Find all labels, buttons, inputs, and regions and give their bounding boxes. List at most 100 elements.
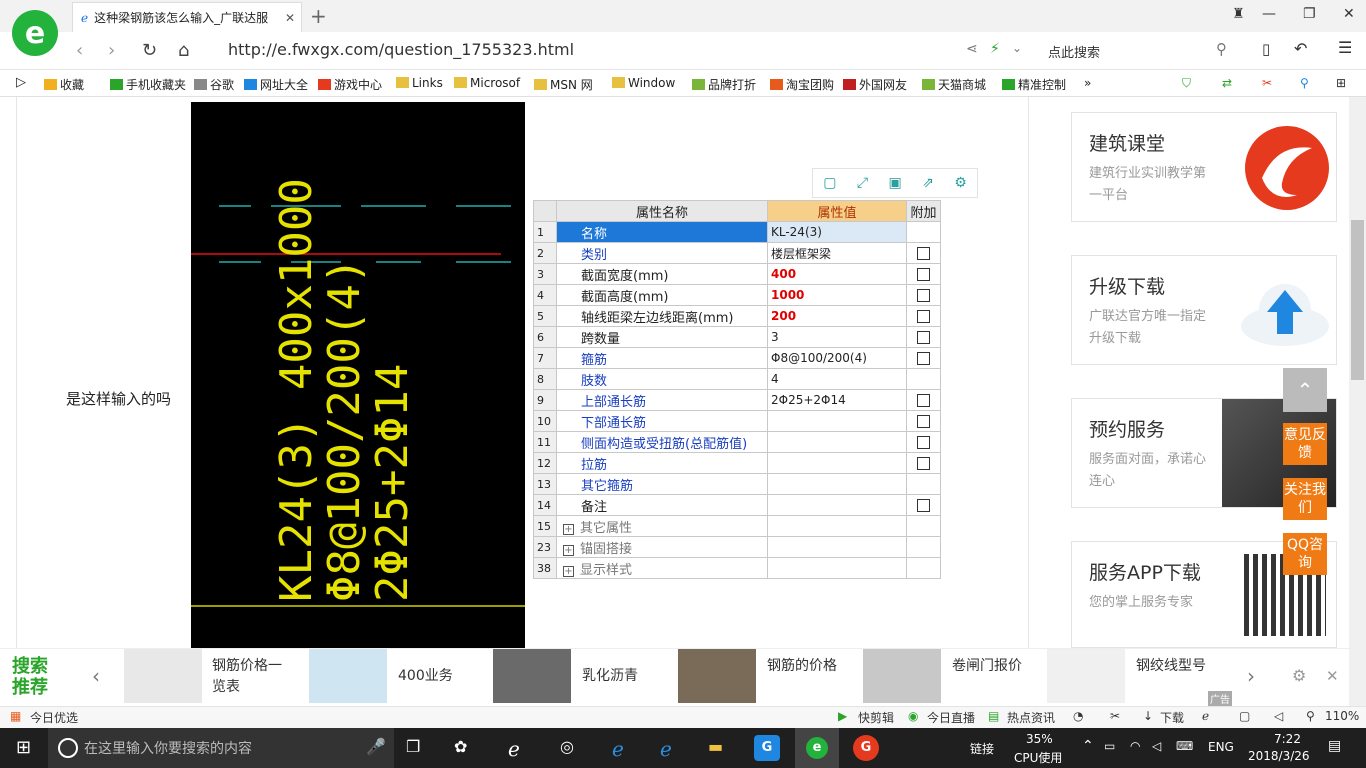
property-name-cell[interactable]: 跨数量 [556,326,768,348]
restore-icon[interactable]: ❐ [1303,6,1316,22]
windows-start-icon[interactable]: ⊞ [16,737,31,758]
bookmarks-more-icon[interactable]: » [1084,76,1091,90]
menu-icon[interactable]: ☰ [1338,38,1352,57]
feedback-button[interactable]: 意见反馈 [1283,423,1327,465]
search-icon[interactable]: ⚲ [1216,40,1227,58]
ie-mode-icon[interactable]: ℯ [1202,709,1209,723]
property-value-cell[interactable] [767,473,907,495]
language-indicator[interactable]: ENG [1208,740,1234,754]
table-row[interactable]: 23 + 锚固搭接 [533,536,941,558]
promo-close-icon[interactable]: ✕ [1326,667,1339,685]
property-value-cell[interactable]: 3 [767,326,907,348]
bookmark-item[interactable]: 网址大全 [244,76,308,93]
taskbar-search[interactable]: 在这里输入你要搜索的内容 [48,728,394,768]
promo-prev-icon[interactable]: ‹ [92,664,100,688]
property-value-cell[interactable] [767,410,907,432]
header-extra[interactable]: 附加 [906,200,941,222]
reload-icon[interactable]: ↻ [142,40,157,61]
close-window-icon[interactable]: ✕ [1343,6,1355,22]
property-value-cell[interactable] [767,431,907,453]
app-e-icon[interactable]: ℯ [508,737,520,761]
share-icon[interactable]: ⋖ [966,41,978,57]
property-value-cell[interactable] [767,452,907,474]
property-name-cell[interactable]: 备注 [556,494,768,516]
promo-image[interactable] [493,649,571,703]
address-bar[interactable]: http://e.fwxgx.com/question_1755323.html [228,40,574,59]
new-tab-button[interactable]: + [310,4,327,28]
app-bell-icon[interactable]: ◎ [560,737,574,756]
extra-checkbox[interactable] [917,435,930,449]
glodon-red-icon[interactable]: G [853,735,879,761]
back-icon[interactable]: ‹ [76,40,83,61]
bookmark-item[interactable]: 游戏中心 [318,76,382,93]
promo-image[interactable] [309,649,387,703]
table-row[interactable]: 14 备注 [533,494,941,516]
extra-checkbox[interactable] [917,414,930,428]
property-name-cell[interactable]: 轴线距梁左边线距离(mm) [556,305,768,327]
extra-checkbox[interactable] [917,246,930,260]
property-name-cell[interactable]: 名称 [556,221,768,243]
tray-battery-icon[interactable]: ▭ [1104,739,1115,753]
find-icon[interactable]: ⚲ [1300,76,1309,90]
status-today-picks[interactable]: 今日优选 [30,709,78,726]
explorer-icon[interactable]: ▬ [708,737,723,756]
table-row[interactable]: 6 跨数量 3 [533,326,941,348]
bookmark-item[interactable]: 天猫商城 [922,76,986,93]
bookmark-item[interactable]: 收藏 [44,76,84,93]
card-building-class[interactable]: 建筑课堂 建筑行业实训教学第一平台 [1071,112,1337,222]
table-row[interactable]: 3 截面宽度(mm) 400 [533,263,941,285]
volume-icon[interactable]: ◁ [1274,709,1283,723]
property-name-cell[interactable]: 拉筋 [556,452,768,474]
save-icon[interactable]: ▣ [888,175,901,191]
promo-image[interactable] [124,649,202,703]
task-view-icon[interactable]: ❐ [406,737,420,756]
extra-checkbox[interactable] [917,456,930,470]
table-row[interactable]: 1 名称 KL-24(3) [533,221,941,243]
back-to-top-icon[interactable]: ⌃ [1283,368,1327,412]
search-input[interactable]: 点此搜索 [1048,42,1100,61]
card-upgrade-download[interactable]: 升级下载 广联达官方唯一指定升级下载 [1071,255,1337,365]
phone-icon[interactable]: ▯ [1262,40,1270,58]
promo-settings-icon[interactable]: ⚙ [1292,666,1306,685]
extra-checkbox[interactable] [917,393,930,407]
bookmark-item[interactable]: 品牌打折 [692,76,756,93]
lightning-icon[interactable]: ⚡ [990,41,1000,57]
table-row[interactable]: 13 其它箍筋 [533,473,941,495]
window-icon[interactable]: ▢ [1239,709,1250,723]
promo-item-label[interactable]: 乳化沥青 [582,666,654,687]
bookmark-item[interactable]: Microsof [454,76,520,90]
expand-icon[interactable]: ⤢ [857,175,868,191]
promo-image[interactable] [863,649,941,703]
property-name-cell[interactable]: 下部通长筋 [556,410,768,432]
property-name-cell[interactable]: 类别 [556,242,768,264]
property-name-cell[interactable]: 肢数 [556,368,768,390]
status-item-3[interactable]: 下载 [1160,709,1184,726]
sidebar-toggle-icon[interactable]: ▷ [16,75,26,90]
qq-consult-button[interactable]: QQ咨询 [1283,533,1327,575]
property-name-cell[interactable]: 上部通长筋 [556,389,768,411]
table-row[interactable]: 7 箍筋 Φ8@100/200(4) [533,347,941,369]
browser-logo-icon[interactable]: e [12,10,58,56]
forward-icon[interactable]: › [108,40,115,61]
table-row[interactable]: 2 类别 楼层框架梁 [533,242,941,264]
edge-icon[interactable]: ℯ [612,737,624,761]
property-name-cell[interactable]: + 其它属性 [556,515,768,537]
wifi-icon[interactable]: ◠ [1130,739,1140,753]
expand-plus-icon[interactable]: + [563,544,574,556]
microphone-icon[interactable]: 🎤 [366,737,386,756]
property-value-cell[interactable]: 4 [767,368,907,390]
bookmark-item[interactable]: 外国网友 [843,76,907,93]
table-row[interactable]: 10 下部通长筋 [533,410,941,432]
bookmark-item[interactable]: 淘宝团购 [770,76,834,93]
bookmark-item[interactable]: MSN 网 [534,76,593,93]
promo-item-label[interactable]: 钢筋价格一览表 [212,656,284,698]
zoom-level[interactable]: 110% [1325,709,1359,723]
property-value-cell[interactable] [767,536,907,558]
links-label[interactable]: 链接 [970,740,994,757]
property-value-cell[interactable]: 楼层框架梁 [767,242,907,264]
cortana-icon[interactable] [58,738,78,758]
keyboard-icon[interactable]: ⌨ [1176,739,1193,753]
property-name-cell[interactable]: 截面宽度(mm) [556,263,768,285]
app-fan-icon[interactable]: ✿ [454,737,467,756]
property-value-cell[interactable]: 1000 [767,284,907,306]
